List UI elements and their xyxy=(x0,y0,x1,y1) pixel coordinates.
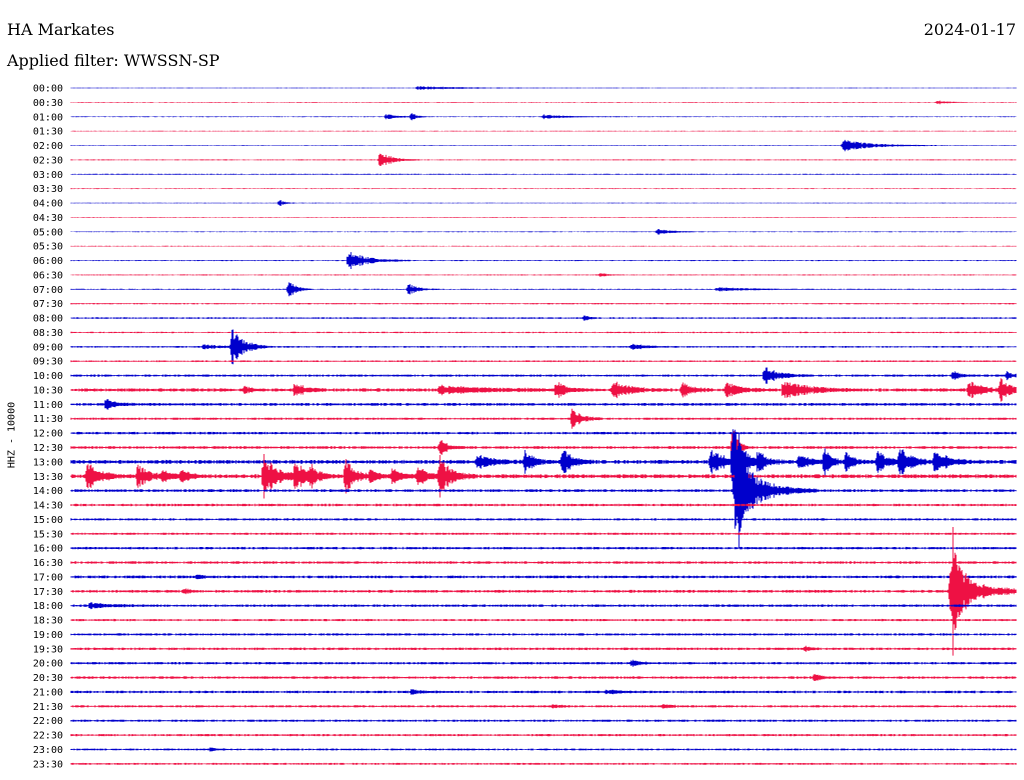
trace-row xyxy=(70,433,1017,549)
time-tick-label: 02:00 xyxy=(33,141,63,152)
time-tick-label: 07:30 xyxy=(33,299,63,310)
seismogram-plot: 00:00 00:30 01:00 01:30 02:00 02:30 03:00 03:30… xyxy=(33,84,1017,770)
time-tick-label: 08:00 xyxy=(33,314,63,325)
time-tick-label: 21:00 xyxy=(33,687,63,698)
trace-row xyxy=(70,659,1017,667)
trace-row xyxy=(70,200,1017,206)
trace-row xyxy=(70,689,1017,695)
trace-row xyxy=(70,747,1017,752)
trace-row xyxy=(70,431,1017,435)
time-tick-label: 19:00 xyxy=(33,630,63,641)
trace-row xyxy=(70,113,1017,121)
trace-row xyxy=(70,399,1017,410)
trace-row xyxy=(70,217,1017,218)
time-tick-label: 09:30 xyxy=(33,357,63,368)
trace-row xyxy=(70,329,1017,365)
trace-row xyxy=(70,618,1017,622)
time-tick-label: 00:00 xyxy=(33,84,63,95)
time-tick-label: 05:00 xyxy=(33,227,63,238)
trace-row xyxy=(70,173,1017,175)
trace-row xyxy=(70,645,1017,652)
trace-row xyxy=(70,153,1017,166)
trace-row xyxy=(70,546,1017,550)
time-tick-label: 11:30 xyxy=(33,414,63,425)
time-tick-label: 04:00 xyxy=(33,199,63,210)
time-tick-label: 17:30 xyxy=(33,587,63,598)
trace-row xyxy=(70,367,1017,384)
time-tick-label: 13:30 xyxy=(33,472,63,483)
trace-row xyxy=(70,503,1017,507)
trace-row xyxy=(70,188,1017,190)
trace-row xyxy=(70,139,1017,152)
time-tick-label: 09:00 xyxy=(33,342,63,353)
time-tick-label: 01:30 xyxy=(33,127,63,138)
trace-row xyxy=(70,527,1017,656)
trace-row xyxy=(70,518,1017,521)
time-tick-label: 03:00 xyxy=(33,170,63,181)
time-tick-label: 15:30 xyxy=(33,529,63,540)
time-tick-label: 20:30 xyxy=(33,673,63,684)
trace-row xyxy=(70,86,1017,90)
time-tick-label: 01:00 xyxy=(33,112,63,123)
time-tick-label: 21:30 xyxy=(33,702,63,713)
trace-row xyxy=(70,408,1017,429)
time-tick-label: 14:00 xyxy=(33,486,63,497)
time-tick-label: 16:00 xyxy=(33,544,63,555)
trace-row xyxy=(70,303,1017,305)
time-tick-label: 06:30 xyxy=(33,270,63,281)
trace-row xyxy=(70,674,1017,681)
time-tick-label: 05:30 xyxy=(33,242,63,253)
time-tick-label: 03:30 xyxy=(33,184,63,195)
trace-row xyxy=(70,431,1017,464)
time-tick-label: 07:00 xyxy=(33,285,63,296)
time-tick-label: 23:00 xyxy=(33,745,63,756)
trace-row xyxy=(70,704,1017,709)
trace-row xyxy=(70,378,1017,402)
trace-row xyxy=(70,229,1017,235)
time-tick-label: 23:30 xyxy=(33,759,63,770)
trace-row xyxy=(70,762,1017,765)
time-tick-label: 16:30 xyxy=(33,558,63,569)
trace-row xyxy=(70,633,1017,636)
trace-row xyxy=(70,100,1017,105)
trace-row xyxy=(70,429,1017,495)
time-tick-label: 22:00 xyxy=(33,716,63,727)
trace-row xyxy=(70,282,1017,297)
time-tick-label: 22:30 xyxy=(33,731,63,742)
time-tick-label: 12:30 xyxy=(33,443,63,454)
time-tick-label: 04:30 xyxy=(33,213,63,224)
time-tick-label: 15:00 xyxy=(33,515,63,526)
time-tick-label: 20:00 xyxy=(33,659,63,670)
trace-row xyxy=(70,360,1017,363)
time-tick-label: 10:00 xyxy=(33,371,63,382)
trace-row xyxy=(70,130,1017,132)
trace-row xyxy=(70,331,1017,334)
trace-row xyxy=(70,245,1017,247)
time-tick-label: 08:30 xyxy=(33,328,63,339)
time-tick-label: 02:30 xyxy=(33,155,63,166)
time-tick-label: 14:30 xyxy=(33,501,63,512)
time-tick-label: 18:00 xyxy=(33,601,63,612)
time-tick-label: 13:00 xyxy=(33,457,63,468)
trace-row xyxy=(70,602,1017,610)
trace-row xyxy=(70,719,1017,722)
time-tick-label: 18:30 xyxy=(33,616,63,627)
time-tick-label: 00:30 xyxy=(33,98,63,109)
time-tick-label: 17:00 xyxy=(33,572,63,583)
time-tick-label: 10:30 xyxy=(33,385,63,396)
time-tick-label: 19:30 xyxy=(33,644,63,655)
trace-row xyxy=(70,315,1017,321)
trace-row xyxy=(70,273,1017,277)
trace-row xyxy=(70,574,1017,580)
time-tick-label: 11:00 xyxy=(33,400,63,411)
time-tick-label: 12:00 xyxy=(33,429,63,440)
time-tick-label: 06:00 xyxy=(33,256,63,267)
trace-row xyxy=(70,734,1017,737)
trace-row xyxy=(70,561,1017,564)
trace-row xyxy=(70,252,1017,269)
trace-row xyxy=(70,532,1017,535)
